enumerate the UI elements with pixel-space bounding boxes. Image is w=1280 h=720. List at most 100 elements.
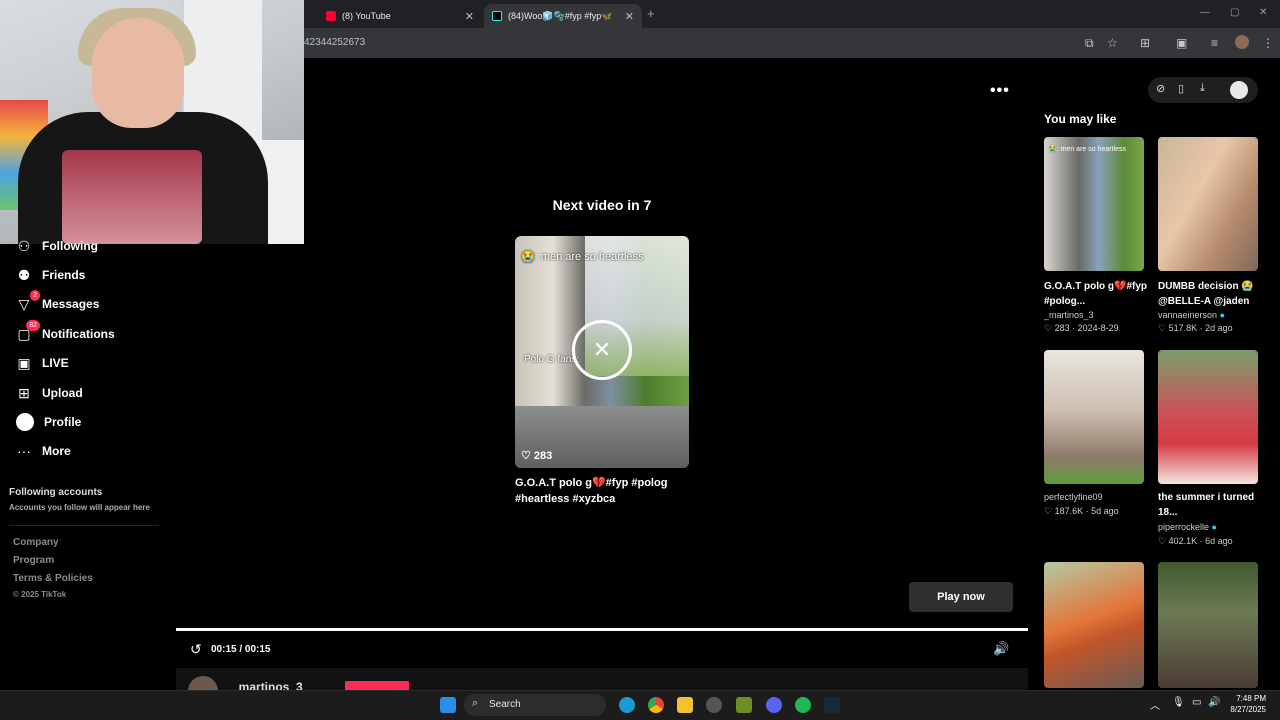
progress-bar[interactable]: [176, 628, 1028, 631]
thumbnail-caption: 😭: men are so heartless: [1048, 146, 1126, 153]
upload-icon: ⊞: [18, 385, 30, 401]
you-may-like-heading: You may like: [1044, 112, 1117, 126]
recommended-thumbnail[interactable]: [1044, 562, 1144, 688]
recommended-thumbnail[interactable]: [1044, 350, 1144, 484]
taskbar-clock[interactable]: 7:48 PM 8/27/2025: [1230, 693, 1266, 715]
maximize-icon[interactable]: ▢: [1230, 7, 1239, 18]
volume-icon[interactable]: 🔊: [993, 641, 1009, 657]
footer-terms[interactable]: Terms & Policies: [13, 573, 93, 584]
minimize-icon[interactable]: —: [1200, 7, 1210, 18]
speaker-icon[interactable]: 🔊: [1208, 697, 1220, 708]
sidebar-item-upload[interactable]: ⊞ Upload: [16, 383, 83, 403]
sidebar-item-label: More: [42, 444, 71, 458]
play-now-button[interactable]: Play now: [909, 582, 1013, 612]
next-video-heading: Next video in 7: [552, 197, 652, 213]
next-video-title[interactable]: G.O.A.T polo g💔#fyp #polog #heartless #x…: [515, 475, 695, 507]
sidebar-divider: [9, 525, 159, 526]
menu-kebab-icon[interactable]: ⋮: [1262, 36, 1274, 50]
search-icon: ⌕: [472, 697, 479, 709]
sidepanel-icon[interactable]: ▣: [1176, 36, 1187, 50]
card-meta: ♡ 283 · 2024-8-29: [1044, 323, 1119, 333]
card-meta: ♡ 402.1K · 6d ago: [1158, 536, 1233, 546]
close-tab-icon[interactable]: ✕: [465, 10, 474, 23]
author-name: vannaeinerson: [1158, 310, 1218, 320]
recommended-thumbnail[interactable]: [1158, 137, 1258, 271]
taskbar-search[interactable]: ⌕ Search: [464, 694, 606, 716]
cast-icon[interactable]: ⧉: [1085, 36, 1094, 51]
recommended-thumbnail[interactable]: 😭: men are so heartless: [1044, 137, 1144, 271]
windows-start-icon[interactable]: [440, 697, 456, 713]
new-tab-button[interactable]: +: [647, 6, 655, 21]
card-title[interactable]: G.O.A.T polo g💔#fyp #polog...: [1044, 279, 1154, 309]
notifications-icon: ▢ 82: [16, 320, 40, 342]
follow-button[interactable]: [345, 681, 409, 690]
edge-icon[interactable]: [619, 697, 635, 713]
friends-icon: ⚉: [17, 267, 31, 283]
replay-icon[interactable]: ↺: [190, 641, 202, 658]
file-explorer-icon[interactable]: [677, 697, 693, 713]
webcam-overlay: [0, 0, 304, 244]
card-meta: ♡ 187.6K · 5d ago: [1044, 506, 1119, 516]
close-tab-icon[interactable]: ✕: [625, 10, 634, 23]
card-author[interactable]: piperrockelle ●: [1158, 522, 1217, 532]
extensions-icon[interactable]: ⊞: [1140, 36, 1150, 50]
card-author[interactable]: _martinos_3: [1044, 310, 1094, 320]
messages-icon: ▽ 2: [16, 290, 40, 312]
following-accounts-hint: Accounts you follow will appear here: [9, 503, 150, 512]
next-video-thumbnail[interactable]: 😭: men are so heartless Polo G fans: ✕ ♡…: [515, 236, 689, 468]
discord-icon[interactable]: [766, 697, 782, 713]
chrome-icon[interactable]: [648, 697, 664, 713]
webcam-face: [92, 18, 184, 128]
card-meta: ♡ 517.8K · 2d ago: [1158, 323, 1233, 333]
sidebar-item-live[interactable]: ▣ LIVE: [16, 353, 68, 373]
recommended-thumbnail[interactable]: [1158, 562, 1258, 688]
following-icon: ⚇: [17, 238, 31, 254]
windows-taskbar: [0, 690, 1280, 720]
sidebar-item-label: Profile: [44, 415, 82, 429]
recommended-thumbnail[interactable]: [1158, 350, 1258, 484]
tray-chevron-icon[interactable]: ︿: [1150, 697, 1160, 712]
address-text[interactable]: 42344252673: [304, 37, 365, 48]
network-icon[interactable]: ▭: [1192, 697, 1201, 708]
sidebar-item-label: Upload: [42, 386, 83, 400]
sidebar-item-notifications[interactable]: ▢ 82 Notifications: [16, 320, 115, 344]
card-author[interactable]: perfectlyfine09: [1044, 492, 1103, 502]
close-window-icon[interactable]: ✕: [1259, 7, 1267, 18]
reading-list-icon[interactable]: ≡: [1211, 36, 1218, 50]
minecraft-icon[interactable]: [736, 697, 752, 713]
cancel-autoplay-button[interactable]: ✕: [572, 320, 632, 380]
steam-icon[interactable]: [824, 697, 840, 713]
sidebar-item-messages[interactable]: ▽ 2 Messages: [16, 290, 99, 314]
device-icon[interactable]: ▯: [1178, 82, 1184, 95]
sidebar-item-following[interactable]: ⚇ Following: [16, 236, 98, 256]
more-options-icon[interactable]: •••: [990, 82, 1010, 100]
profile-icon: [16, 413, 34, 431]
sidebar-item-label: Notifications: [42, 327, 115, 341]
sidebar-item-label: Following: [42, 239, 98, 253]
microphone-icon[interactable]: 🎙: [1172, 697, 1185, 708]
card-author[interactable]: vannaeinerson ●: [1158, 310, 1225, 320]
toggle-knob[interactable]: [1230, 81, 1248, 99]
tab-tiktok[interactable]: (84)Woo🧊🫧#fyp #fyp🦋 ✕: [484, 4, 642, 28]
sidebar-item-more[interactable]: ··· More: [16, 441, 71, 461]
footer-copyright: © 2025 TikTok: [13, 590, 67, 599]
app-icon[interactable]: [706, 697, 722, 713]
sidebar-item-friends[interactable]: ⚉ Friends: [16, 265, 86, 285]
profile-avatar[interactable]: [1235, 35, 1249, 49]
download-icon[interactable]: ⤓: [1200, 82, 1205, 95]
sidebar-item-label: Friends: [42, 268, 86, 282]
compass-icon[interactable]: ⊘: [1156, 82, 1165, 95]
clock-time: 7:48 PM: [1236, 694, 1266, 703]
verified-icon: ●: [1211, 522, 1217, 532]
tab-youtube[interactable]: (8) YouTube ✕: [318, 4, 482, 28]
card-title[interactable]: DUMBB decision 😭 @BELLE-A @jaden: [1158, 279, 1268, 309]
sidebar-item-profile[interactable]: Profile: [16, 412, 81, 432]
card-title[interactable]: the summer i turned 18...: [1158, 490, 1268, 520]
search-label: Search: [489, 699, 521, 710]
bookmark-star-icon[interactable]: ☆: [1107, 36, 1118, 50]
tab-label: (8) YouTube: [342, 11, 391, 21]
footer-company[interactable]: Company: [13, 537, 59, 548]
footer-program[interactable]: Program: [13, 555, 54, 566]
spotify-icon[interactable]: [795, 697, 811, 713]
likes-count: 283: [533, 450, 553, 462]
